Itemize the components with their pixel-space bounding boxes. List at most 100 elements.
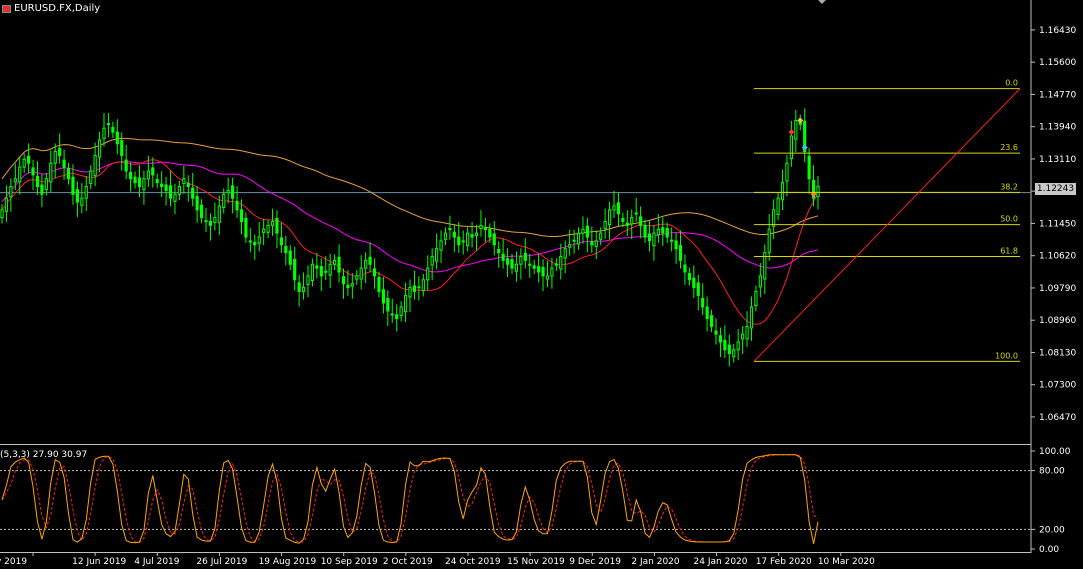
time-tick-label: 10 Mar 2020 xyxy=(818,557,875,567)
fib-level-label: 38.2 xyxy=(1000,182,1018,191)
time-tick-label: 19 Aug 2019 xyxy=(259,557,317,567)
candle-body xyxy=(155,179,159,184)
candle-body xyxy=(97,139,102,158)
candle-body xyxy=(297,282,301,292)
candle-body xyxy=(727,344,731,355)
candle-body xyxy=(270,221,275,226)
chart-window[interactable]: 0.0 23.6 38.2 50.0 61.8 100.0 100.00 80.00 20.0… xyxy=(0,0,1083,569)
candle-body xyxy=(44,178,48,191)
ma-mid-line xyxy=(1,161,819,273)
candle-body xyxy=(217,205,221,223)
candle-body xyxy=(483,227,487,230)
candle-body xyxy=(421,279,425,292)
candle-body xyxy=(328,263,332,276)
candle-body xyxy=(341,276,346,285)
candle-body xyxy=(590,241,594,246)
candle-body xyxy=(572,239,576,242)
candle-body xyxy=(554,263,558,266)
current-price-tag: 1.12243 xyxy=(1035,183,1076,195)
candle-body xyxy=(80,197,84,206)
candle-body xyxy=(514,263,519,272)
ma-slow-line xyxy=(1,137,819,237)
candle-body xyxy=(545,275,550,280)
candle-body xyxy=(160,183,164,188)
candle-body xyxy=(510,259,514,269)
candle-body xyxy=(661,227,665,234)
candle-body xyxy=(417,286,421,289)
candle-body xyxy=(563,248,567,259)
price-tick-label: 1.16430 xyxy=(1039,26,1076,36)
time-tick-label: 4 Jul 2019 xyxy=(134,557,179,567)
candle-body xyxy=(0,209,4,219)
candle-body xyxy=(137,177,142,188)
candle-body xyxy=(324,270,328,273)
stochastic-oscillator: 100.00 80.00 20.00 0.00 xyxy=(0,447,1071,555)
candle-body xyxy=(62,159,66,168)
candle-body xyxy=(191,187,195,199)
time-tick-label: 24 Jan 2020 xyxy=(694,557,748,567)
candle-body xyxy=(612,205,616,211)
candle-body xyxy=(124,159,128,172)
candle-body xyxy=(674,240,678,250)
stoch-tick-label: 80.00 xyxy=(1039,467,1065,477)
fibonacci-retracement[interactable]: 0.0 23.6 38.2 50.0 61.8 100.0 xyxy=(753,79,1021,362)
candle-body xyxy=(58,147,62,156)
candle-body xyxy=(470,234,474,238)
candle-body xyxy=(262,228,266,233)
candle-body xyxy=(213,217,217,223)
price-tick-label: 1.06470 xyxy=(1039,413,1076,423)
candle-body xyxy=(386,297,390,312)
candle-body xyxy=(173,193,177,202)
candle-body xyxy=(678,245,683,261)
candle-body xyxy=(310,263,315,282)
candle-body xyxy=(315,265,319,269)
price-tick-label: 1.08960 xyxy=(1039,316,1076,326)
stoch-tick-label: 0.00 xyxy=(1039,545,1059,555)
candle-body xyxy=(519,255,523,265)
candle-body xyxy=(120,140,124,156)
candle-body xyxy=(199,204,204,219)
candle-body xyxy=(284,245,288,254)
candle-body xyxy=(607,209,612,226)
candle-body xyxy=(111,126,115,133)
candle-body xyxy=(75,189,79,203)
chart-title: EURUSD.FX,Daily xyxy=(14,3,101,14)
candle-body xyxy=(639,216,643,226)
candle-body xyxy=(22,158,26,168)
candle-body xyxy=(301,287,306,292)
candle-body xyxy=(89,170,93,184)
candle-body xyxy=(789,135,793,160)
candle-body xyxy=(439,240,443,251)
candle-body xyxy=(461,240,465,243)
candle-body xyxy=(550,267,554,277)
candle-body xyxy=(239,209,244,222)
candle-body xyxy=(794,119,798,140)
candle-body xyxy=(568,244,572,248)
candle-body xyxy=(501,253,505,261)
candle-body xyxy=(718,335,723,343)
candle-body xyxy=(9,186,13,198)
time-tick-label: 12 Jun 2019 xyxy=(72,557,126,567)
price-tick-label: 1.13940 xyxy=(1039,123,1076,133)
candle-body xyxy=(696,282,700,296)
candle-body xyxy=(133,176,137,184)
price-tick-label: 1.13110 xyxy=(1039,155,1076,165)
price-axis: 1.16430 1.15600 1.14770 1.13940 1.13110 1.122… xyxy=(1031,26,1076,423)
candle-body xyxy=(368,256,372,265)
candle-body xyxy=(390,313,394,316)
candle-body xyxy=(474,232,479,236)
candle-body xyxy=(346,284,350,289)
candle-body xyxy=(204,220,208,223)
candle-body xyxy=(466,232,470,247)
candle-body xyxy=(226,189,230,194)
candle-body xyxy=(559,255,563,270)
candle-body xyxy=(457,236,461,246)
candle-body xyxy=(426,267,430,281)
candle-body xyxy=(182,178,186,184)
candle-body xyxy=(53,151,57,164)
candle-body xyxy=(106,123,111,126)
price-chart[interactable]: 0.0 23.6 38.2 50.0 61.8 100.0 100.00 80.00 20.0… xyxy=(0,0,1083,569)
candle-body xyxy=(306,275,310,285)
candle-body xyxy=(395,314,399,320)
candle-body xyxy=(594,240,598,247)
